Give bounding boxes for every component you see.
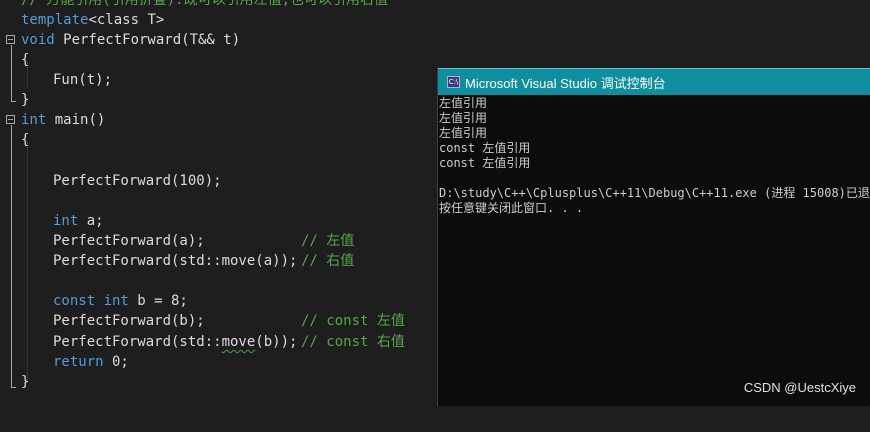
console-app-icon: C:\: [447, 76, 460, 88]
console-line: 左值引用: [439, 126, 488, 140]
code-line: void PerfectForward(T&& t): [0, 30, 240, 50]
code-text: }: [21, 374, 30, 390]
code-comment: // 万能引用(引用折叠):既可以引用左值,也可以引用右值: [21, 0, 388, 8]
code-line: const int b = 8;: [0, 291, 188, 311]
keyword: const int: [53, 293, 129, 309]
code-text: {: [21, 52, 30, 68]
code-text: {: [21, 132, 30, 148]
code-text: <class T>: [88, 12, 165, 28]
debug-console-window[interactable]: C:\ Microsoft Visual Studio 调试控制台 左值引用 左…: [437, 68, 870, 406]
keyword: template: [21, 12, 89, 28]
code-line: {: [0, 130, 34, 150]
code-comment: // const 右值: [301, 334, 405, 350]
code-text: Fun(t);: [53, 72, 113, 88]
watermark-text: CSDN @UestcXiye: [743, 380, 856, 395]
code-text: b = 8;: [128, 293, 188, 309]
code-line: PerfectForward(100);: [0, 171, 222, 191]
console-title-bar[interactable]: C:\ Microsoft Visual Studio 调试控制台: [438, 68, 870, 95]
code-line: PerfectForward(std::move(b)); // const 右…: [0, 332, 405, 352]
keyword: return: [53, 354, 104, 370]
keyword: void: [21, 32, 55, 48]
code-text: 0;: [103, 354, 129, 370]
code-text: }: [21, 92, 30, 108]
code-line: PerfectForward(b); // const 左值: [0, 311, 405, 331]
console-line: const 左值引用: [439, 141, 531, 155]
code-text: a;: [78, 213, 104, 229]
code-text: PerfectForward(std::move(a));: [53, 253, 298, 269]
warning-squiggle-text[interactable]: move: [222, 334, 256, 350]
code-text: PerfectForward(b);: [53, 313, 205, 329]
code-line: PerfectForward(a); // 左值: [0, 231, 354, 251]
code-line: int main(): [0, 110, 105, 130]
code-text: PerfectForward(100);: [53, 173, 222, 189]
code-comment: // const 左值: [301, 313, 405, 329]
code-line: {: [0, 50, 34, 70]
code-text: PerfectForward(std::: [53, 334, 222, 350]
console-output: 左值引用 左值引用 左值引用 const 左值引用 const 左值引用 D:\…: [439, 96, 870, 216]
code-line: }: [0, 372, 34, 392]
console-line: 按任意键关闭此窗口. . .: [439, 201, 584, 215]
console-line: const 左值引用: [439, 156, 531, 170]
console-line: 左值引用: [439, 111, 488, 125]
console-line: 左值引用: [439, 96, 488, 110]
code-line: PerfectForward(std::move(a)); // 右值: [0, 251, 354, 271]
code-text: main(): [46, 112, 106, 128]
keyword: int: [53, 213, 79, 229]
code-line: Fun(t);: [0, 70, 112, 90]
code-line: template<class T>: [0, 10, 164, 30]
keyword: int: [21, 112, 47, 128]
code-line: // 万能引用(引用折叠):既可以引用左值,也可以引用右值: [0, 0, 388, 10]
console-line: D:\study\C++\Cplusplus\C++11\Debug\C++11…: [439, 186, 870, 200]
code-line: int a;: [0, 211, 104, 231]
console-title: Microsoft Visual Studio 调试控制台: [465, 76, 666, 91]
code-line: return 0;: [0, 352, 129, 372]
code-comment: // 右值: [301, 253, 355, 269]
code-text: PerfectForward(T&& t): [54, 32, 241, 48]
code-comment: // 左值: [301, 233, 355, 249]
code-text: (b));: [255, 334, 298, 350]
code-line: }: [0, 90, 34, 110]
code-text: PerfectForward(a);: [53, 233, 205, 249]
